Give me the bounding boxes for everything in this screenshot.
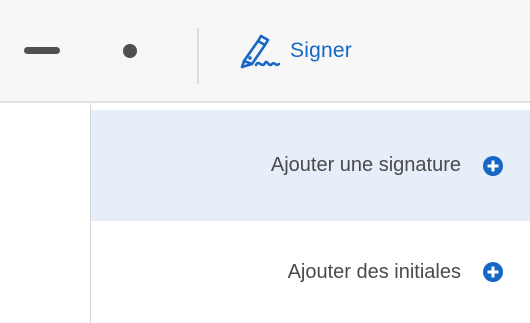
pen-signature-icon: [232, 31, 282, 71]
sign-button-label: Signer: [290, 38, 352, 62]
menu-item-add-initials[interactable]: Ajouter des initiales: [91, 221, 530, 323]
plus-circle-icon: [482, 261, 504, 283]
toolbar-divider: [197, 28, 199, 84]
menu-item-label: Ajouter des initiales: [287, 260, 461, 283]
dot-tool-button[interactable]: [112, 0, 148, 101]
line-tool-button[interactable]: [18, 0, 66, 101]
sign-button[interactable]: Signer: [232, 0, 352, 101]
line-icon: [24, 47, 60, 54]
plus-circle-icon: [482, 155, 504, 177]
app-window: Signer Ajouter une signature Ajouter des…: [0, 0, 530, 323]
signature-dropdown-menu: Ajouter une signature Ajouter des initia…: [90, 103, 530, 323]
toolbar: Signer: [0, 0, 530, 103]
menu-item-add-signature[interactable]: Ajouter une signature: [91, 110, 530, 221]
dot-icon: [123, 43, 137, 58]
menu-item-label: Ajouter une signature: [270, 154, 461, 176]
